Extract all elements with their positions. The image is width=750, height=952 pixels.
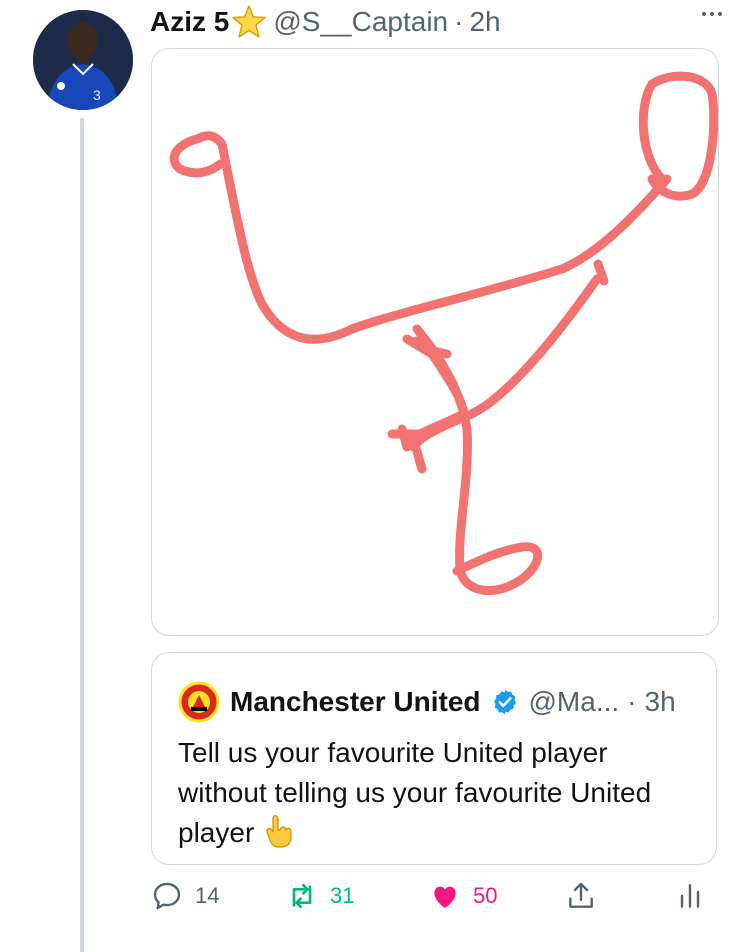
- svg-text:3: 3: [93, 87, 101, 103]
- quoted-tweet-body: Tell us your favourite United player wit…: [178, 737, 652, 848]
- reply-icon: [153, 882, 181, 910]
- like-button[interactable]: 50: [429, 880, 497, 912]
- share-icon: [569, 882, 593, 908]
- verified-badge-icon: [493, 689, 516, 715]
- manchester-united-crest-icon: [178, 681, 220, 723]
- author-handle[interactable]: @S__Captain: [273, 6, 448, 38]
- analytics-icon: [680, 884, 700, 908]
- retweet-icon: [292, 884, 312, 908]
- like-count: 50: [473, 883, 498, 908]
- quoted-tweet-text: Tell us your favourite United player wit…: [178, 733, 678, 853]
- red-stick-figure-drawing: [169, 71, 718, 595]
- author-name[interactable]: Aziz 5: [150, 6, 229, 38]
- reply-count: 14: [195, 883, 220, 908]
- player-avatar-icon: 3: [33, 10, 133, 110]
- more-options-icon[interactable]: [702, 12, 722, 16]
- thread-connector-line: [80, 118, 84, 952]
- quoted-author-name[interactable]: Manchester United: [230, 686, 481, 718]
- retweet-button[interactable]: 31: [286, 880, 354, 912]
- retweet-count: 31: [330, 883, 355, 908]
- quoted-tweet-card[interactable]: Manchester United @Ma... · 3h Tell us yo…: [151, 652, 717, 865]
- quoted-separator-dot: ·: [627, 686, 637, 717]
- quoted-tweet-header: Manchester United @Ma... · 3h: [178, 681, 676, 723]
- reply-button[interactable]: 14: [151, 880, 219, 912]
- star-emoji-icon: [232, 5, 267, 38]
- share-button[interactable]: [565, 880, 597, 912]
- analytics-button[interactable]: [674, 880, 706, 912]
- tweet-media-image[interactable]: [151, 48, 719, 636]
- tweet-time[interactable]: 2h: [469, 6, 500, 38]
- pointing-down-emoji-icon: [266, 815, 292, 848]
- author-avatar[interactable]: 3: [33, 10, 133, 110]
- tweet-actions-bar: 14 31 50: [151, 880, 717, 922]
- quoted-tweet-time[interactable]: 3h: [645, 686, 676, 718]
- heart-icon: [434, 886, 456, 908]
- quoted-author-handle[interactable]: @Ma...: [529, 686, 620, 718]
- tweet-header: Aziz 5 @S__Captain · 2h: [150, 4, 501, 40]
- separator-dot: ·: [454, 6, 464, 37]
